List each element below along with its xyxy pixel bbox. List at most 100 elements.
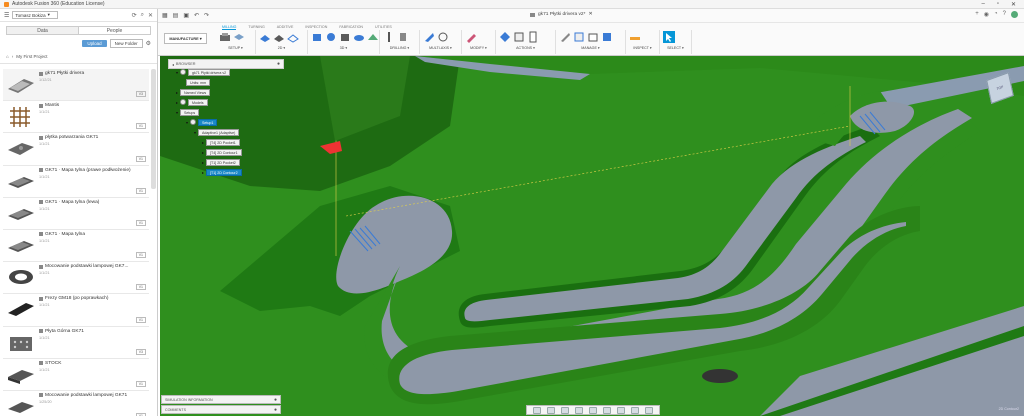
undo-icon[interactable]: ↶ — [194, 12, 199, 19]
viewport-settings-icon[interactable] — [617, 406, 625, 414]
measure-icon[interactable] — [629, 31, 641, 43]
drill-icon[interactable] — [383, 31, 395, 43]
list-item[interactable]: GK71 · Mapa tylna (lewa) 1/1/21 V1 — [3, 198, 149, 230]
new-folder-button[interactable]: New Folder — [109, 39, 143, 48]
gear-icon[interactable]: ⚙ — [146, 40, 151, 47]
parallel-icon[interactable] — [339, 31, 351, 43]
orbit-icon[interactable] — [533, 406, 541, 414]
visibility-icon[interactable] — [180, 99, 187, 105]
post-library-icon[interactable] — [587, 31, 599, 43]
adaptive-clearing-icon[interactable] — [259, 31, 271, 43]
chevron-right-icon[interactable]: ▸ — [202, 150, 204, 155]
visibility-icon[interactable] — [180, 69, 187, 75]
pan-icon[interactable] — [547, 406, 555, 414]
tree-node-op[interactable]: ▸ [T4] 2D Pocket1 — [202, 138, 240, 146]
collapse-icon[interactable]: ◂ — [172, 62, 174, 67]
group-manage[interactable]: MANAGE ▾ — [556, 30, 626, 54]
grid-settings-icon[interactable] — [603, 406, 611, 414]
job-status-icon[interactable]: ◉ — [984, 11, 989, 18]
pocket-2d-icon[interactable] — [273, 31, 285, 43]
post-process-icon[interactable] — [513, 31, 525, 43]
file-list-scrollbar[interactable] — [151, 69, 156, 189]
tree-node-setup1[interactable]: ▾ Setup1 — [186, 118, 218, 126]
minimize-button[interactable]: – — [981, 1, 984, 8]
group-2d[interactable]: 2D ▾ — [256, 30, 308, 54]
tree-node-models[interactable]: ▸ Models — [176, 98, 208, 106]
group-multi-axis[interactable]: MULTI-AXIS ▾ — [420, 30, 462, 54]
rotary-icon[interactable] — [437, 31, 449, 43]
contour-2d-icon[interactable] — [287, 31, 299, 43]
search-icon[interactable]: ⌕ — [141, 12, 144, 19]
group-3d[interactable]: 3D ▾ — [308, 30, 380, 54]
thread-icon[interactable] — [397, 31, 409, 43]
redo-icon[interactable]: ↷ — [204, 12, 209, 19]
modify-icon[interactable] — [465, 31, 477, 43]
version-badge[interactable]: V1 — [135, 155, 146, 162]
list-item[interactable]: GK71 · Mapa tylna (prawe podłwożenie) 1/1… — [3, 166, 149, 198]
pocket-3d-icon[interactable] — [325, 31, 337, 43]
list-item[interactable]: płytka potwarzania GK71 1/1/21 V1 — [3, 133, 149, 166]
pin-icon[interactable]: ● — [274, 397, 277, 403]
simulation-info-panel[interactable]: SIMULATION INFORMATION ● — [161, 395, 281, 404]
version-badge[interactable]: V1 — [135, 219, 146, 226]
chevron-down-icon[interactable]: ▾ — [176, 110, 178, 115]
zoom-icon[interactable] — [561, 406, 569, 414]
machine-library-icon[interactable] — [601, 31, 613, 43]
version-badge[interactable]: V1 — [135, 380, 146, 387]
tree-node-named-views[interactable]: ▸ Named Views — [176, 88, 211, 96]
list-item[interactable]: GK71 · Mapa tylna 1/1/21 V1 — [3, 230, 149, 263]
group-drilling[interactable]: DRILLING ▾ — [380, 30, 420, 54]
home-icon[interactable]: ⌂ — [6, 54, 9, 59]
upload-button[interactable]: Upload — [82, 40, 107, 47]
tree-node-op-selected[interactable]: ▸ [T1] 2D Contour2 — [202, 168, 242, 176]
version-badge[interactable]: V1 — [135, 284, 146, 291]
group-inspect[interactable]: INSPECT ▾ — [626, 30, 660, 54]
chevron-right-icon[interactable]: ▸ — [202, 160, 204, 165]
document-tab[interactable]: gk71 Płytki drivera v2* ✕ — [530, 12, 593, 17]
list-item[interactable]: gk71 Płytki drivera 1/12/21 V3 — [3, 69, 149, 102]
chevron-down-icon[interactable]: ▾ — [186, 120, 188, 125]
list-item[interactable]: Mocowanie podstawki lampowej GK7... 1/1/2… — [3, 262, 149, 295]
save-icon[interactable]: ▣ — [183, 12, 189, 19]
setup-sheet-icon[interactable] — [527, 31, 539, 43]
grid-icon[interactable]: ▦ — [162, 12, 168, 19]
file-menu-icon[interactable]: ▤ — [173, 12, 179, 19]
visual-style-icon[interactable] — [645, 406, 653, 414]
stock-icon[interactable] — [233, 31, 245, 43]
list-item[interactable]: Płyta Górna GK71 1/1/21 V3 — [3, 327, 149, 359]
group-select[interactable]: SELECT ▾ — [660, 30, 692, 54]
workspace-selector[interactable]: MANUFACTURE ▾ — [164, 33, 207, 44]
close-icon[interactable]: ✕ — [148, 12, 153, 19]
canvas-viewport[interactable]: ◂ BROWSER ● ▾ gk71 Płytki drivera v2 Uni… — [160, 56, 1024, 416]
help-icon[interactable]: ? — [1003, 11, 1006, 18]
contour-3d-icon[interactable] — [353, 31, 365, 43]
setup-icon[interactable] — [219, 31, 231, 43]
refresh-icon[interactable]: ⟳ — [132, 12, 137, 19]
version-badge[interactable]: V1 — [135, 252, 146, 259]
team-selector[interactable]: Tomasz Bokiza ▾ — [12, 11, 59, 19]
list-item[interactable]: Mantis 1/1/21 V1 — [3, 101, 149, 134]
chevron-right-icon[interactable]: ▸ — [176, 100, 178, 105]
visibility-icon[interactable] — [190, 119, 197, 125]
chevron-right-icon[interactable]: ▸ — [176, 90, 178, 95]
pin-icon[interactable]: ● — [277, 61, 280, 67]
maximize-button[interactable]: ▫ — [997, 1, 999, 8]
adaptive-3d-icon[interactable] — [311, 31, 323, 43]
version-badge[interactable]: V3 — [135, 348, 146, 355]
close-button[interactable]: ✕ — [1011, 1, 1016, 8]
fit-icon[interactable] — [575, 406, 583, 414]
avatar[interactable] — [1011, 11, 1018, 18]
version-badge[interactable]: V1 — [135, 187, 146, 194]
breadcrumb-project[interactable]: My First Project — [16, 54, 47, 59]
tree-node-op[interactable]: ▸ [T1] 2D Pocket2 — [202, 158, 240, 166]
tool-library-icon[interactable] — [559, 31, 571, 43]
select-icon[interactable] — [663, 31, 675, 43]
list-item[interactable]: Mocowanie podstawki lampowej GK71 1/25/20… — [3, 391, 149, 416]
version-badge[interactable]: V3 — [135, 91, 146, 98]
tree-node-setups[interactable]: ▾ Setups — [176, 108, 200, 116]
version-badge[interactable]: V1 — [135, 316, 146, 323]
tab-data[interactable]: Data — [7, 27, 79, 34]
hamburger-icon[interactable]: ☰ — [4, 12, 9, 19]
comments-panel[interactable]: COMMENTS ● — [161, 405, 281, 414]
chevron-down-icon[interactable]: ▾ — [176, 70, 178, 75]
